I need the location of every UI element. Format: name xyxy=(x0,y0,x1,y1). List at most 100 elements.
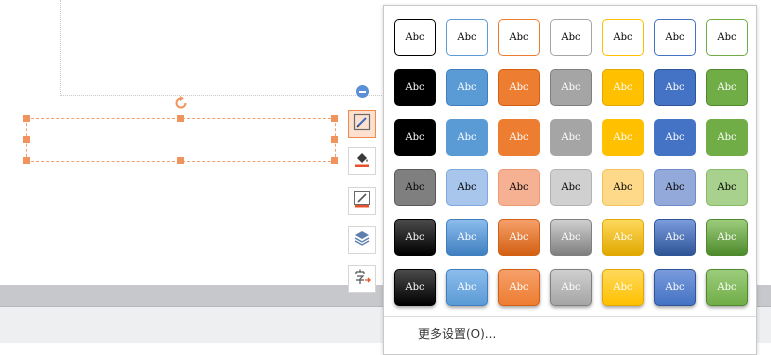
style-cell-gradient-navy[interactable]: Abc xyxy=(654,219,696,256)
style-cell-label: Abc xyxy=(457,232,477,243)
resize-handle[interactable] xyxy=(331,136,338,143)
style-cell-label: Abc xyxy=(613,282,633,293)
style-cell-light-orange[interactable]: Abc xyxy=(498,169,540,206)
style-cell-label: Abc xyxy=(613,82,633,93)
style-cell-flat-navy[interactable]: Abc xyxy=(654,119,696,156)
style-cell-fill-gold[interactable]: Abc xyxy=(602,69,644,106)
style-cell-fill-gray[interactable]: Abc xyxy=(550,69,592,106)
style-cell-label: Abc xyxy=(561,82,581,93)
style-cell-label: Abc xyxy=(561,182,581,193)
style-cell-gradient-blue[interactable]: Abc xyxy=(446,219,488,256)
style-cell-label: Abc xyxy=(613,182,633,193)
style-cell-label: Abc xyxy=(665,82,685,93)
style-cell-label: Abc xyxy=(561,232,581,243)
style-cell-fill-black[interactable]: Abc xyxy=(394,69,436,106)
page-margin-guide xyxy=(60,0,61,96)
style-cell-label: Abc xyxy=(509,32,529,43)
paint-bucket-icon xyxy=(353,150,371,172)
style-cell-outline-black[interactable]: Abc xyxy=(394,19,436,56)
style-cell-shadow-orange[interactable]: Abc xyxy=(498,269,540,306)
style-cell-label: Abc xyxy=(405,82,425,93)
style-cell-label: Abc xyxy=(405,282,425,293)
style-cell-outline-gray[interactable]: Abc xyxy=(550,19,592,56)
style-cell-label: Abc xyxy=(509,82,529,93)
style-cell-shadow-gray[interactable]: Abc xyxy=(550,269,592,306)
style-cell-gradient-black[interactable]: Abc xyxy=(394,219,436,256)
style-cell-gradient-green[interactable]: Abc xyxy=(706,219,748,256)
character-icon xyxy=(353,268,371,290)
style-cell-light-gray[interactable]: Abc xyxy=(550,169,592,206)
style-cell-fill-orange[interactable]: Abc xyxy=(498,69,540,106)
resize-handle[interactable] xyxy=(331,157,338,164)
style-cell-outline-gold[interactable]: Abc xyxy=(602,19,644,56)
style-cell-shadow-navy[interactable]: Abc xyxy=(654,269,696,306)
style-cell-outline-orange[interactable]: Abc xyxy=(498,19,540,56)
style-cell-outline-green[interactable]: Abc xyxy=(706,19,748,56)
style-cell-fill-green[interactable]: Abc xyxy=(706,69,748,106)
resize-handle[interactable] xyxy=(23,115,30,122)
style-cell-flat-orange[interactable]: Abc xyxy=(498,119,540,156)
style-cell-flat-green[interactable]: Abc xyxy=(706,119,748,156)
page-margin-guide xyxy=(60,95,390,96)
style-cell-label: Abc xyxy=(457,82,477,93)
selected-text-box[interactable] xyxy=(26,118,336,162)
pen-line-icon xyxy=(353,190,371,212)
style-cell-shadow-green[interactable]: Abc xyxy=(706,269,748,306)
resize-handle[interactable] xyxy=(177,157,184,164)
style-cell-light-green[interactable]: Abc xyxy=(706,169,748,206)
style-cell-label: Abc xyxy=(613,232,633,243)
style-cell-label: Abc xyxy=(457,182,477,193)
layers-icon xyxy=(353,229,371,251)
style-cell-light-blue[interactable]: Abc xyxy=(446,169,488,206)
style-cell-label: Abc xyxy=(509,232,529,243)
shape-styles-popup: Abc Abc Abc Abc Abc Abc Abc Abc Abc Abc Abc Abc Abc A… xyxy=(383,5,757,355)
style-cell-fill-navy[interactable]: Abc xyxy=(654,69,696,106)
style-cell-outline-blue[interactable]: Abc xyxy=(446,19,488,56)
shape-style-tool[interactable] xyxy=(348,110,376,138)
style-cell-label: Abc xyxy=(665,282,685,293)
style-cell-shadow-blue[interactable]: Abc xyxy=(446,269,488,306)
style-cell-label: Abc xyxy=(405,182,425,193)
style-cell-flat-gray[interactable]: Abc xyxy=(550,119,592,156)
style-cell-label: Abc xyxy=(665,232,685,243)
resize-handle[interactable] xyxy=(23,136,30,143)
style-cell-gradient-gold[interactable]: Abc xyxy=(602,219,644,256)
text-tool[interactable] xyxy=(348,265,376,293)
style-cell-label: Abc xyxy=(717,232,737,243)
style-cell-shadow-black[interactable]: Abc xyxy=(394,269,436,306)
more-settings-menu-item[interactable]: 更多设置(O)... xyxy=(418,325,496,342)
style-cell-fill-blue[interactable]: Abc xyxy=(446,69,488,106)
style-cell-label: Abc xyxy=(509,182,529,193)
style-cell-flat-blue[interactable]: Abc xyxy=(446,119,488,156)
style-cell-label: Abc xyxy=(665,182,685,193)
menu-divider xyxy=(384,316,756,317)
style-cell-label: Abc xyxy=(561,282,581,293)
style-cell-shadow-gold[interactable]: Abc xyxy=(602,269,644,306)
style-cell-light-navy[interactable]: Abc xyxy=(654,169,696,206)
style-cell-flat-gold[interactable]: Abc xyxy=(602,119,644,156)
style-cell-label: Abc xyxy=(717,32,737,43)
style-cell-label: Abc xyxy=(405,232,425,243)
style-cell-gradient-orange[interactable]: Abc xyxy=(498,219,540,256)
resize-handle[interactable] xyxy=(177,115,184,122)
style-cell-label: Abc xyxy=(561,32,581,43)
resize-handle[interactable] xyxy=(331,115,338,122)
outline-tool[interactable] xyxy=(348,187,376,215)
fill-tool[interactable] xyxy=(348,147,376,175)
style-cell-label: Abc xyxy=(405,132,425,143)
resize-handle[interactable] xyxy=(23,157,30,164)
style-cell-label: Abc xyxy=(457,132,477,143)
layers-tool[interactable] xyxy=(348,226,376,254)
style-cell-flat-black[interactable]: Abc xyxy=(394,119,436,156)
style-cell-label: Abc xyxy=(613,32,633,43)
style-cell-label: Abc xyxy=(717,282,737,293)
style-cell-light-black[interactable]: Abc xyxy=(394,169,436,206)
style-cell-light-gold[interactable]: Abc xyxy=(602,169,644,206)
style-cell-label: Abc xyxy=(665,32,685,43)
style-cell-outline-navy[interactable]: Abc xyxy=(654,19,696,56)
style-cell-gradient-gray[interactable]: Abc xyxy=(550,219,592,256)
collapse-toolbar-icon[interactable] xyxy=(356,85,369,98)
style-cell-label: Abc xyxy=(665,132,685,143)
style-cell-label: Abc xyxy=(457,282,477,293)
rotate-handle-icon[interactable] xyxy=(174,95,188,109)
